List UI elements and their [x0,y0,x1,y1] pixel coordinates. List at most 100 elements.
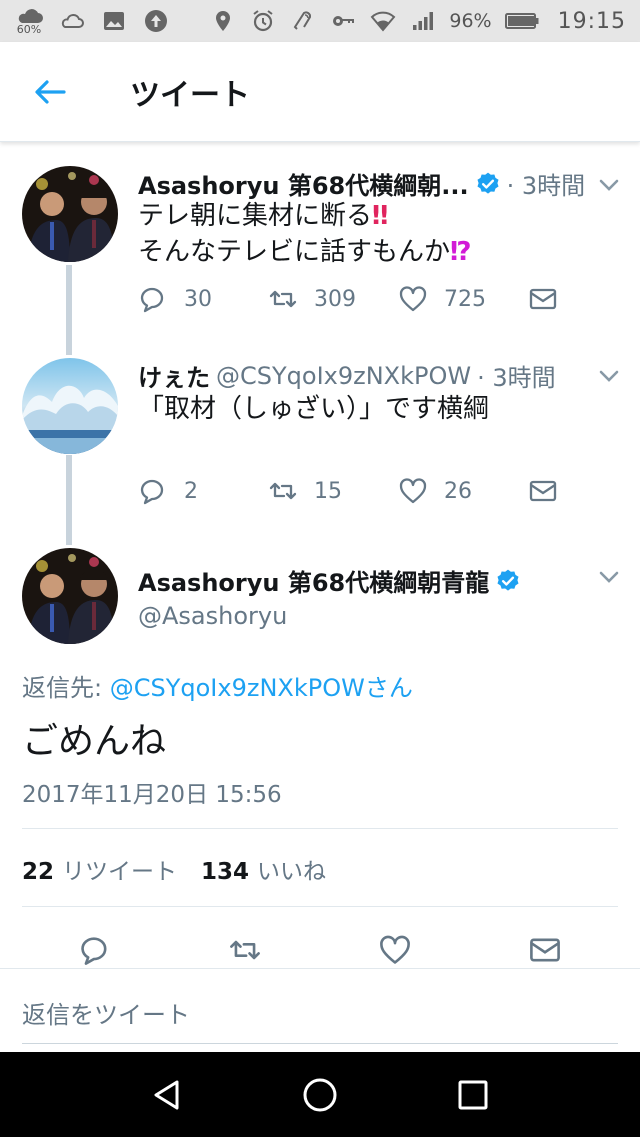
dm-icon [529,288,557,310]
like-button[interactable] [378,930,412,970]
reply-input[interactable]: 返信をツイート [22,995,190,1030]
reply-icon [140,287,164,313]
reply-count: 2 [184,478,198,504]
cloud-upload-icon [58,7,86,35]
interrobang-emoji: ⁉ [450,237,472,267]
dm-button[interactable] [528,284,558,314]
like-count: 725 [444,286,486,312]
dm-icon [529,480,557,502]
tweet-header: けぇた @CSYqoIx9zNXkPOW · 3時間 [138,358,610,393]
divider [22,828,618,829]
alarm-icon [249,7,277,35]
nav-back-icon [154,1080,179,1109]
reply-composer[interactable]: 返信をツイート [0,968,640,1052]
detail-author[interactable]: Asashoryu 第68代横綱朝青龍 [138,563,521,598]
retweet-stat-count: 22 [22,859,55,885]
like-button[interactable]: 26 [398,476,528,506]
like-stat[interactable]: 134 いいね [201,852,326,886]
tweet-text: テレ朝に集材に断る‼ そんなテレビに話すもんか⁉ [138,198,472,270]
dm-button[interactable] [528,476,558,506]
reply-button[interactable]: 2 [138,476,268,506]
dm-icon [530,938,560,962]
tweet-text-line: テレ朝に集材に断る [138,201,373,231]
tweet-text-line: そんなテレビに話すもんか [138,237,451,267]
verified-badge-icon [477,172,499,194]
avatar[interactable] [22,358,118,454]
nav-recents-button[interactable] [443,1065,503,1125]
tweet-text: ごめんね [22,721,167,762]
retweet-count: 15 [314,478,342,504]
tweet-detail-screen: 60% 96% 19:15 ツイート Asashoryu 第68代横綱朝... … [0,0,640,1137]
display-name[interactable]: Asashoryu 第68代横綱朝... [138,166,469,201]
page-title: ツイート [130,77,250,113]
system-nav-bar [0,1052,640,1137]
reply-button[interactable]: 30 [138,284,268,314]
like-stat-count: 134 [201,859,250,885]
nav-recents-icon [458,1080,488,1109]
thread-connector [66,265,72,355]
like-icon [399,478,427,504]
like-icon [399,286,427,312]
weather-icon: 60% [14,8,44,35]
username[interactable]: @Asashoryu [138,602,287,630]
chevron-down-icon[interactable] [596,172,622,198]
retweet-button[interactable]: 309 [268,284,398,314]
location-icon [209,7,237,35]
nav-home-icon [303,1078,337,1111]
chevron-down-icon[interactable] [596,363,622,389]
retweet-count: 309 [314,286,356,312]
back-button[interactable] [0,42,100,142]
like-icon [380,935,410,964]
tweet-header: Asashoryu 第68代横綱朝... · 3時間 [138,166,610,201]
reply-to-line: 返信先: @CSYqoIx9zNXkPOWさん [22,668,413,703]
nav-home-button[interactable] [290,1065,350,1125]
retweet-stat-label: リツイート [62,859,178,885]
retweet-button[interactable] [228,930,262,970]
battery-percent: 96% [449,10,492,32]
tweet-timestamp: 2017年11月20日 15:56 [22,782,282,808]
username[interactable]: @CSYqoIx9zNXkPOW [216,362,471,390]
reply-count: 30 [184,286,212,312]
divider [22,906,618,907]
app-bar: ツイート [0,42,640,142]
display-name[interactable]: Asashoryu 第68代横綱朝青龍 [138,563,489,598]
retweet-icon [269,482,297,500]
detail-actions [0,930,640,970]
avatar[interactable] [22,548,118,644]
tweet-stats: 22 リツイート 134 いいね [22,852,326,886]
key-icon [329,7,357,35]
clock: 19:15 [557,8,626,34]
tweet-actions: 2 15 26 [138,476,600,506]
battery-icon [504,7,540,35]
weather-percent: 60% [16,22,42,36]
reply-icon [81,937,107,965]
status-bar: 60% 96% 19:15 [0,0,640,42]
reply-to-label: 返信先: [22,674,110,702]
upload-icon [142,7,170,35]
wifi-icon [369,7,397,35]
dm-button[interactable] [528,930,562,970]
verified-badge-icon [497,569,519,591]
tweet-time: · 3時間 [477,364,556,392]
tweet-text: 「取材（しゅざい）」です横綱 [138,394,490,424]
nav-back-button[interactable] [137,1065,197,1125]
like-count: 26 [444,478,472,504]
tweet-actions: 30 309 725 [138,284,600,314]
back-arrow-icon [35,79,66,104]
reply-button[interactable] [78,930,112,970]
retweet-button[interactable]: 15 [268,476,398,506]
like-button[interactable]: 725 [398,284,528,314]
thread-connector [66,455,72,545]
like-stat-label: いいね [257,859,327,885]
double-exclamation-emoji: ‼ [372,201,389,231]
retweet-icon [269,290,297,308]
retweet-icon [230,940,260,960]
chevron-down-icon[interactable] [596,564,622,590]
avatar[interactable] [22,166,118,262]
reply-icon [140,479,164,505]
reply-to-mention-link[interactable]: @CSYqoIx9zNXkPOWさん [110,674,413,702]
display-name[interactable]: けぇた [138,358,210,393]
image-icon [100,7,128,35]
signal-icon [409,7,437,35]
retweet-stat[interactable]: 22 リツイート [22,852,177,886]
